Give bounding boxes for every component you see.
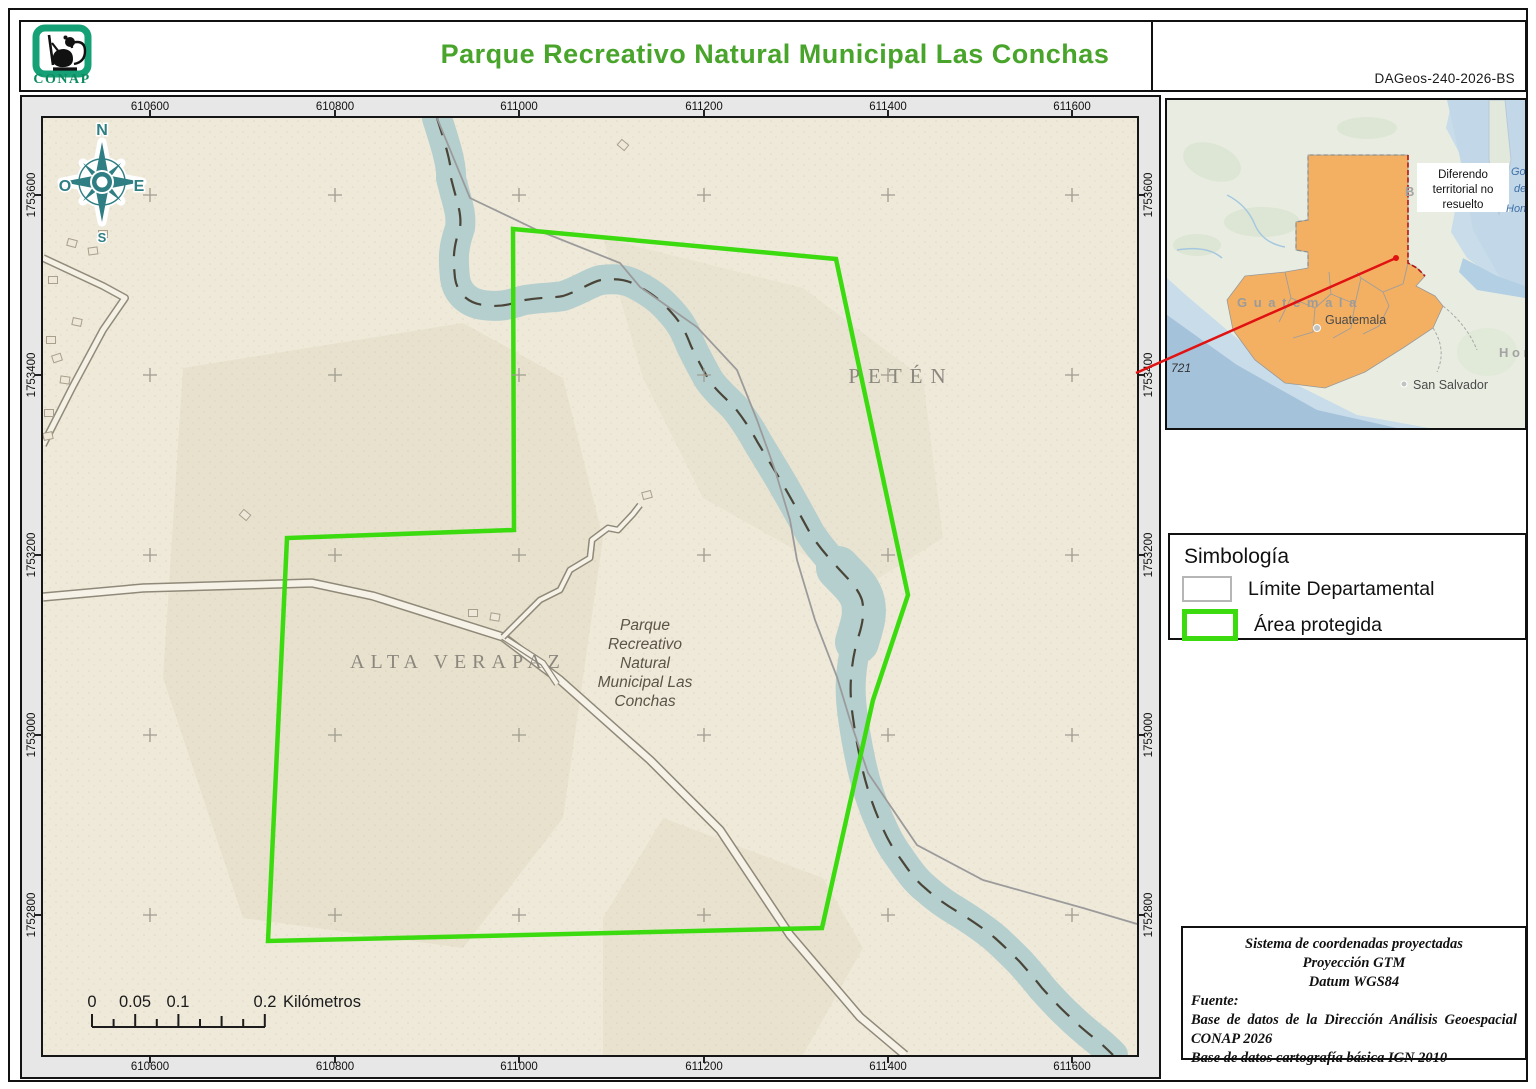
y-tick-mark <box>1139 194 1145 196</box>
svg-text:Natural: Natural <box>620 655 671 672</box>
svg-text:Parque: Parque <box>620 617 670 634</box>
legend-item-label: Área protegida <box>1254 614 1382 637</box>
sheet-code: DAGeos-240-2026-BS <box>1375 71 1515 86</box>
svg-text:de: de <box>1514 183 1525 195</box>
protected-area-swatch <box>1182 609 1238 641</box>
inset-map-graphic: B e l i c e Diferendo territorial no res… <box>1167 100 1525 428</box>
legend-item-departmental: Límite Departamental <box>1182 576 1513 602</box>
capital-city-label: Guatemala <box>1325 313 1386 327</box>
svg-text:0.1: 0.1 <box>167 993 190 1011</box>
svg-text:Municipal Las: Municipal Las <box>598 674 693 691</box>
inset-locator-map: B e l i c e Diferendo territorial no res… <box>1165 98 1527 430</box>
compass-e: E <box>134 178 145 195</box>
region-label-alta-verapaz: ALTA VERAPAZ <box>350 651 566 673</box>
building <box>490 613 500 621</box>
honduras-label: H o n d u r a s <box>1499 345 1525 360</box>
header-divider <box>1151 22 1153 90</box>
y-tick-mark <box>1139 554 1145 556</box>
x-tick-mark <box>334 1057 336 1063</box>
svg-text:Honduras: Honduras <box>1506 203 1525 215</box>
svg-text:Golfo: Golfo <box>1511 166 1525 178</box>
building <box>45 410 54 417</box>
capital-city-dot <box>1314 325 1321 332</box>
san-salvador-label: San Salvador <box>1413 378 1488 392</box>
svg-text:territorial no: territorial no <box>1433 184 1494 196</box>
map-canvas: PETÉN ALTA VERAPAZ Parque Recreativo Nat… <box>41 116 1139 1057</box>
header: CONAP Parque Recreativo Natural Municipa… <box>19 20 1527 92</box>
road-721-label: 721 <box>1171 361 1191 375</box>
svg-text:Recreativo: Recreativo <box>608 636 682 653</box>
svg-text:Conchas: Conchas <box>614 693 675 710</box>
building <box>469 610 478 617</box>
source-heading: Fuente: <box>1191 992 1517 1011</box>
x-tick-mark <box>518 1057 520 1063</box>
legend-title: Simbología <box>1184 545 1513 569</box>
legend: Simbología Límite Departamental Área pro… <box>1168 533 1527 640</box>
building <box>43 432 53 441</box>
map-sheet: CONAP Parque Recreativo Natural Municipa… <box>0 0 1536 1089</box>
y-tick-mark <box>1139 734 1145 736</box>
svg-text:0.05: 0.05 <box>119 993 151 1011</box>
source-line: Base de datos cartografía básica IGN 201… <box>1191 1049 1517 1068</box>
page-title: Parque Recreativo Natural Municipal Las … <box>21 39 1529 70</box>
svg-text:Kilómetros: Kilómetros <box>283 993 361 1011</box>
conap-logo-text: CONAP <box>29 72 95 88</box>
x-tick-mark <box>703 1057 705 1063</box>
san-salvador-dot <box>1401 381 1407 387</box>
svg-text:0: 0 <box>87 993 96 1011</box>
departmental-boundary-swatch <box>1182 576 1232 602</box>
compass-n: N <box>96 122 108 139</box>
projection-line: Proyección GTM <box>1191 954 1517 973</box>
compass-s: S <box>98 230 107 245</box>
region-label-peten: PETÉN <box>848 364 953 388</box>
x-tick-mark <box>887 1057 889 1063</box>
x-tick-mark <box>1071 1057 1073 1063</box>
x-tick-mark <box>149 1057 151 1063</box>
source-line: Base de datos de la Dirección Análisis G… <box>1191 1011 1517 1049</box>
crs-line: Sistema de coordenadas proyectadas <box>1191 935 1517 954</box>
svg-text:Diferendo: Diferendo <box>1438 169 1488 181</box>
y-tick-mark <box>1139 914 1145 916</box>
datum-line: Datum WGS84 <box>1191 973 1517 992</box>
building <box>72 318 82 327</box>
y-tick-mark <box>1139 374 1145 376</box>
compass-o: O <box>59 178 71 195</box>
building <box>60 376 70 384</box>
metadata-box: Sistema de coordenadas proyectadas Proye… <box>1181 926 1527 1060</box>
building <box>88 247 98 255</box>
legend-item-protected-area: Área protegida <box>1182 609 1513 641</box>
svg-text:0.2: 0.2 <box>254 993 277 1011</box>
map-graphic: PETÉN ALTA VERAPAZ Parque Recreativo Nat… <box>43 118 1137 1055</box>
svg-text:resuelto: resuelto <box>1443 199 1484 211</box>
building <box>47 337 56 344</box>
building <box>49 277 58 284</box>
legend-item-label: Límite Departamental <box>1248 578 1434 601</box>
inset-country-label: G u a t e m a l a <box>1237 295 1358 310</box>
